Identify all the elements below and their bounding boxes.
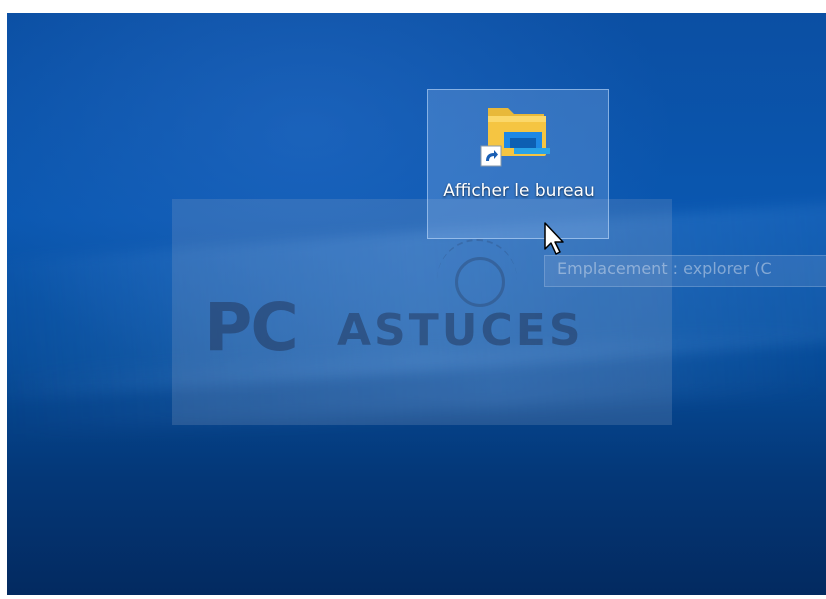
watermark-brand-astuces: ASTUCES	[337, 305, 584, 356]
watermark-brand-pc: PC	[204, 289, 299, 366]
desktop-wallpaper[interactable]: PC ASTUCES Afficher le bureau Emplacemen…	[7, 13, 826, 595]
lightbulb-icon	[455, 257, 505, 307]
desktop-shortcut-afficher-le-bureau[interactable]: Afficher le bureau	[427, 89, 609, 239]
screenshot-frame: PC ASTUCES Afficher le bureau Emplacemen…	[0, 0, 826, 599]
shortcut-label: Afficher le bureau	[443, 181, 595, 201]
shortcut-arrow-icon	[480, 145, 502, 167]
shortcut-tooltip: Emplacement : explorer (C	[544, 255, 826, 287]
mouse-pointer-icon	[544, 222, 564, 255]
